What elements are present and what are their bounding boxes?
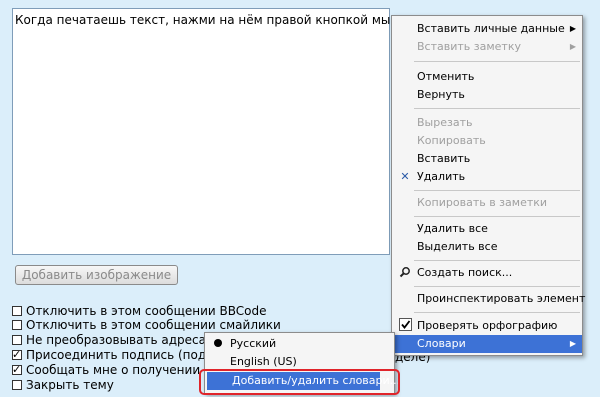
option-label: Отключить в этом сообщении смайлики <box>26 318 281 332</box>
menu-item-label: Вставить личные данные <box>417 22 565 35</box>
search-icon <box>398 264 412 282</box>
menu-item-undo[interactable]: Отменить <box>392 68 582 86</box>
delete-x-icon: ✕ <box>400 170 410 183</box>
add-image-button[interactable]: Добавить изображение <box>15 265 178 285</box>
menu-item-label: English (US) <box>230 355 297 368</box>
menu-item-label: Создать поиск... <box>417 266 513 279</box>
option-label: Присоединить подпись (подпи <box>26 348 222 362</box>
menu-item-label: Вырезать <box>417 116 473 129</box>
menu-item-cut[interactable]: Вырезать <box>392 114 582 132</box>
checkbox[interactable] <box>12 320 22 330</box>
option-no-url-parse[interactable]: Не преобразовывать адреса U <box>12 333 219 348</box>
menu-item-paste[interactable]: Вставить <box>392 150 582 168</box>
menu-item-label: Словари <box>417 337 466 350</box>
submenu-arrow-icon: ▶ <box>569 24 576 33</box>
menu-separator <box>414 312 580 313</box>
menu-item-label: Отменить <box>417 70 475 83</box>
menu-item-label: Удалить <box>417 170 466 183</box>
option-close-topic[interactable]: Закрыть тему <box>12 378 114 393</box>
menu-separator <box>414 61 580 62</box>
message-text: Когда печатаешь текст, нажми на нём прав… <box>15 13 413 27</box>
menu-item-dictionaries[interactable]: Словари ▶ <box>392 335 582 353</box>
option-label: Отключить в этом сообщении BBCode <box>26 304 267 318</box>
checkmark-icon <box>398 317 412 335</box>
menu-item-copy[interactable]: Копировать <box>392 132 582 150</box>
menu-item-copy-to-notes[interactable]: Копировать в заметки <box>392 194 582 212</box>
menu-item-label: Проинспектировать элемент <box>417 292 586 305</box>
menu-item-delete[interactable]: ✕ Удалить <box>392 168 582 186</box>
context-menu: Вставить личные данные ▶ Вставить заметк… <box>391 15 586 356</box>
submenu-arrow-icon: ▶ <box>569 339 576 348</box>
menu-item-label: Вставить <box>417 152 471 165</box>
checkbox[interactable] <box>12 380 22 390</box>
option-label: Закрыть тему <box>26 378 114 392</box>
menu-item-redo[interactable]: Вернуть <box>392 86 582 104</box>
menu-item-select-all[interactable]: Выделить все <box>392 238 582 256</box>
menu-item-label: Выделить все <box>417 240 498 253</box>
checkbox[interactable] <box>12 335 22 345</box>
option-label: Сообщать мне о получении о <box>26 363 212 377</box>
menu-item-label: Копировать в заметки <box>417 196 548 209</box>
menu-separator <box>414 286 580 287</box>
menu-separator <box>414 260 580 261</box>
menu-separator <box>414 216 580 217</box>
message-textarea[interactable]: Когда печатаешь текст, нажми на нём прав… <box>12 8 413 255</box>
option-label: Не преобразовывать адреса U <box>26 333 219 347</box>
menu-item-create-search[interactable]: Создать поиск... <box>392 264 582 282</box>
menu-item-label: Проверять орфографию <box>417 319 558 332</box>
dictionary-russian[interactable]: Русский <box>205 335 394 353</box>
option-notify-replies[interactable]: Сообщать мне о получении о <box>12 362 212 378</box>
menu-item-spellcheck[interactable]: Проверять орфографию <box>392 317 582 335</box>
option-attach-signature[interactable]: Присоединить подпись (подпи <box>12 347 222 363</box>
menu-item-label: Русский <box>230 337 277 350</box>
menu-item-inspect-element[interactable]: Проинспектировать элемент <box>392 290 586 308</box>
menu-separator <box>414 190 580 191</box>
menu-separator <box>414 108 580 109</box>
menu-item-label: Удалить все <box>417 222 488 235</box>
checkbox[interactable] <box>12 362 22 377</box>
option-disable-smilies[interactable]: Отключить в этом сообщении смайлики <box>12 318 281 333</box>
menu-item-insert-note[interactable]: Вставить заметку ▶ <box>392 38 582 56</box>
option-disable-bbcode[interactable]: Отключить в этом сообщении BBCode <box>12 304 267 319</box>
annotation-highlight-box <box>199 369 400 395</box>
menu-item-delete-all[interactable]: Удалить все <box>392 220 582 238</box>
menu-item-label: Копировать <box>417 134 486 147</box>
checkbox[interactable] <box>12 347 22 362</box>
menu-item-label: Вернуть <box>417 88 465 101</box>
radio-selected-icon <box>211 335 225 353</box>
menu-item-label: Вставить заметку <box>417 40 521 53</box>
checkbox[interactable] <box>12 306 22 316</box>
menu-item-insert-personal-data[interactable]: Вставить личные данные ▶ <box>392 20 582 38</box>
submenu-arrow-icon: ▶ <box>569 42 576 51</box>
